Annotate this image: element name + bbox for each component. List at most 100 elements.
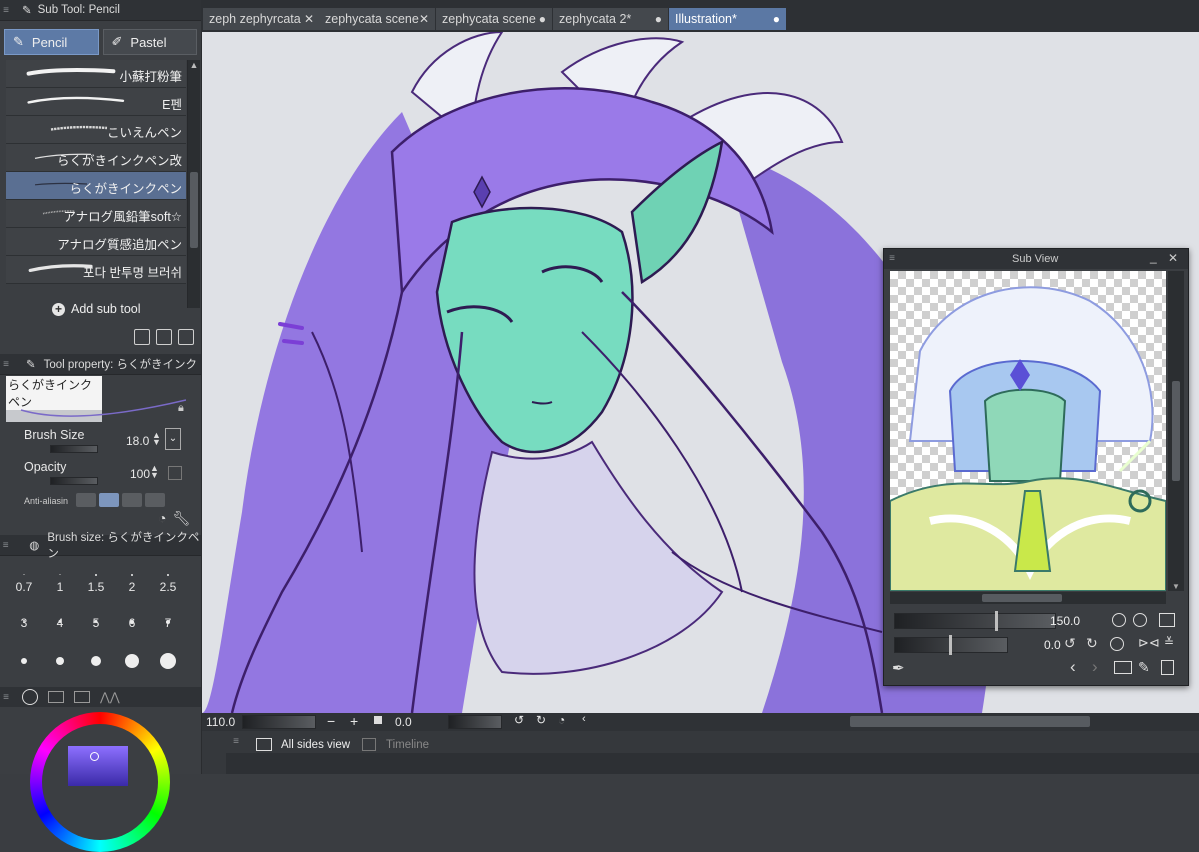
- brush-item[interactable]: アナログ質感追加ペン: [6, 228, 186, 256]
- size-cell[interactable]: 3: [6, 596, 42, 632]
- size-cell[interactable]: 6: [114, 596, 150, 632]
- brush-item[interactable]: 小蘇打粉筆: [6, 60, 186, 88]
- zoom-level-slider[interactable]: [242, 715, 316, 729]
- rotate-left-icon[interactable]: ↺: [514, 713, 524, 727]
- reset-rotation-icon[interactable]: [1110, 637, 1124, 651]
- rotate-right-icon[interactable]: ↻: [536, 713, 546, 727]
- timeline-tab[interactable]: Timeline: [386, 739, 429, 751]
- brush-item[interactable]: アナログ風鉛筆soft☆: [6, 200, 186, 228]
- sub-view-scroll-right[interactable]: ▼: [1168, 271, 1184, 591]
- grip-icon[interactable]: ≡: [886, 253, 898, 264]
- color-wheel[interactable]: [30, 712, 170, 852]
- color-wheel-tab-icon[interactable]: [22, 689, 38, 705]
- lock-icon[interactable]: 🔒︎: [178, 402, 184, 415]
- brush-size-stepper[interactable]: ▲ ▼: [152, 431, 161, 447]
- doc-tab-active[interactable]: Illustration* ●: [669, 8, 787, 30]
- sub-view-preview[interactable]: [890, 271, 1166, 591]
- opacity-slider[interactable]: [50, 477, 98, 485]
- opacity-link-icon[interactable]: [168, 466, 182, 480]
- zoom-in-icon[interactable]: [1133, 613, 1147, 627]
- grip-icon[interactable]: ≡: [0, 359, 12, 370]
- scroll-left-icon[interactable]: ‹: [582, 713, 586, 725]
- next-icon[interactable]: ›: [1092, 657, 1098, 677]
- grip-icon[interactable]: ≡: [230, 736, 242, 747]
- edit-icon[interactable]: ✎: [1138, 659, 1150, 676]
- scrollbar-thumb[interactable]: [1172, 381, 1180, 481]
- size-cell[interactable]: [78, 652, 114, 688]
- doc-tab[interactable]: zephycata scene ●: [436, 8, 553, 30]
- color-history-tab-icon[interactable]: [74, 691, 90, 703]
- rotate-left-icon[interactable]: ↺: [1064, 635, 1076, 652]
- zoom-in-button[interactable]: +: [350, 713, 358, 729]
- scrollbar-thumb[interactable]: [190, 172, 198, 248]
- size-cell[interactable]: 0.7: [6, 560, 42, 596]
- rotation-value[interactable]: 0.0: [395, 715, 412, 729]
- import-icon[interactable]: [134, 329, 150, 345]
- minimize-icon[interactable]: _: [1150, 250, 1157, 264]
- trash-icon[interactable]: [1161, 660, 1174, 675]
- opacity-stepper[interactable]: ▲ ▼: [150, 464, 159, 480]
- size-cell[interactable]: [42, 652, 78, 688]
- brush-list-scrollbar[interactable]: ▲: [187, 60, 200, 308]
- flip-vertical-icon[interactable]: ≚: [1164, 635, 1174, 649]
- zoom-out-icon[interactable]: [1112, 613, 1126, 627]
- scroll-down-icon[interactable]: ▼: [1168, 582, 1184, 591]
- tab-pastel[interactable]: ✐ Pastel: [102, 29, 197, 55]
- brush-size-slider[interactable]: [50, 445, 98, 453]
- sub-view-scroll-bottom[interactable]: [890, 592, 1166, 604]
- flip-horizontal-icon[interactable]: ⊳⊲: [1138, 635, 1160, 651]
- doc-tab[interactable]: zephycata scene ✕: [319, 8, 436, 30]
- size-cell[interactable]: 1: [42, 560, 78, 596]
- eyedropper-icon[interactable]: ✒︎: [892, 659, 905, 677]
- timeline-icon[interactable]: [362, 738, 376, 751]
- size-cell[interactable]: [6, 652, 42, 688]
- trash-icon[interactable]: [178, 329, 194, 345]
- grip-icon[interactable]: ≡: [0, 540, 11, 551]
- all-sides-view-tab[interactable]: All sides view: [281, 739, 350, 751]
- open-folder-icon[interactable]: [1114, 661, 1132, 674]
- fit-icon[interactable]: [1159, 613, 1175, 627]
- color-set-tab-icon[interactable]: [48, 691, 64, 703]
- size-cell[interactable]: [150, 652, 186, 688]
- zoom-value[interactable]: 150.0: [1050, 614, 1080, 628]
- fit-screen-icon[interactable]: [374, 716, 382, 724]
- brush-item[interactable]: 포다 반투명 브러쉬: [6, 256, 186, 284]
- color-picker-marker[interactable]: [90, 752, 99, 761]
- rotate-slider[interactable]: [894, 635, 1008, 655]
- sub-view-titlebar[interactable]: ≡ Sub View _ ✕: [884, 249, 1188, 269]
- brush-item-selected[interactable]: らくがきインクペン: [6, 172, 186, 200]
- scroll-up-icon[interactable]: ▲: [188, 60, 200, 70]
- tab-pencil[interactable]: ✎ Pencil: [4, 29, 99, 55]
- size-cell[interactable]: 7: [150, 596, 186, 632]
- rotate-right-icon[interactable]: ↻: [1086, 635, 1098, 652]
- modified-dot-icon[interactable]: ●: [655, 8, 662, 30]
- brush-size-dropdown[interactable]: ⌄: [165, 428, 181, 450]
- brush-size-value[interactable]: 18.0: [126, 434, 149, 448]
- brush-item[interactable]: E펜: [6, 88, 186, 116]
- rotation-slider[interactable]: [448, 715, 502, 729]
- reset-rotation-icon[interactable]: ◔: [558, 713, 565, 727]
- antialias-options[interactable]: [76, 493, 165, 507]
- size-cell[interactable]: 2: [114, 560, 150, 596]
- duplicate-icon[interactable]: [156, 329, 172, 345]
- grip-icon[interactable]: ≡: [0, 5, 12, 16]
- size-cell[interactable]: 2.5: [150, 560, 186, 596]
- modified-dot-icon[interactable]: ●: [539, 8, 546, 30]
- previous-icon[interactable]: ‹: [1070, 657, 1076, 677]
- zoom-out-button[interactable]: −: [327, 713, 335, 729]
- close-icon[interactable]: ✕: [1168, 251, 1178, 265]
- rotate-value[interactable]: 0.0: [1044, 638, 1061, 652]
- zoom-slider[interactable]: [894, 611, 1056, 631]
- doc-tab[interactable]: zephycata 2* ●: [553, 8, 669, 30]
- scrollbar-thumb[interactable]: [982, 594, 1062, 602]
- close-icon[interactable]: ✕: [304, 8, 314, 30]
- close-icon[interactable]: ✕: [419, 8, 429, 30]
- grip-icon[interactable]: ≡: [0, 692, 12, 703]
- brush-item[interactable]: こいえんペン: [6, 116, 186, 144]
- color-square[interactable]: [68, 746, 128, 786]
- color-slider-tab-icon[interactable]: ⋀⋀: [100, 690, 120, 704]
- doc-tab[interactable]: zeph zephyrcata ✕: [203, 8, 321, 30]
- size-cell[interactable]: [114, 652, 150, 688]
- size-cell[interactable]: 1.5: [78, 560, 114, 596]
- brush-item[interactable]: らくがきインクペン改: [6, 144, 186, 172]
